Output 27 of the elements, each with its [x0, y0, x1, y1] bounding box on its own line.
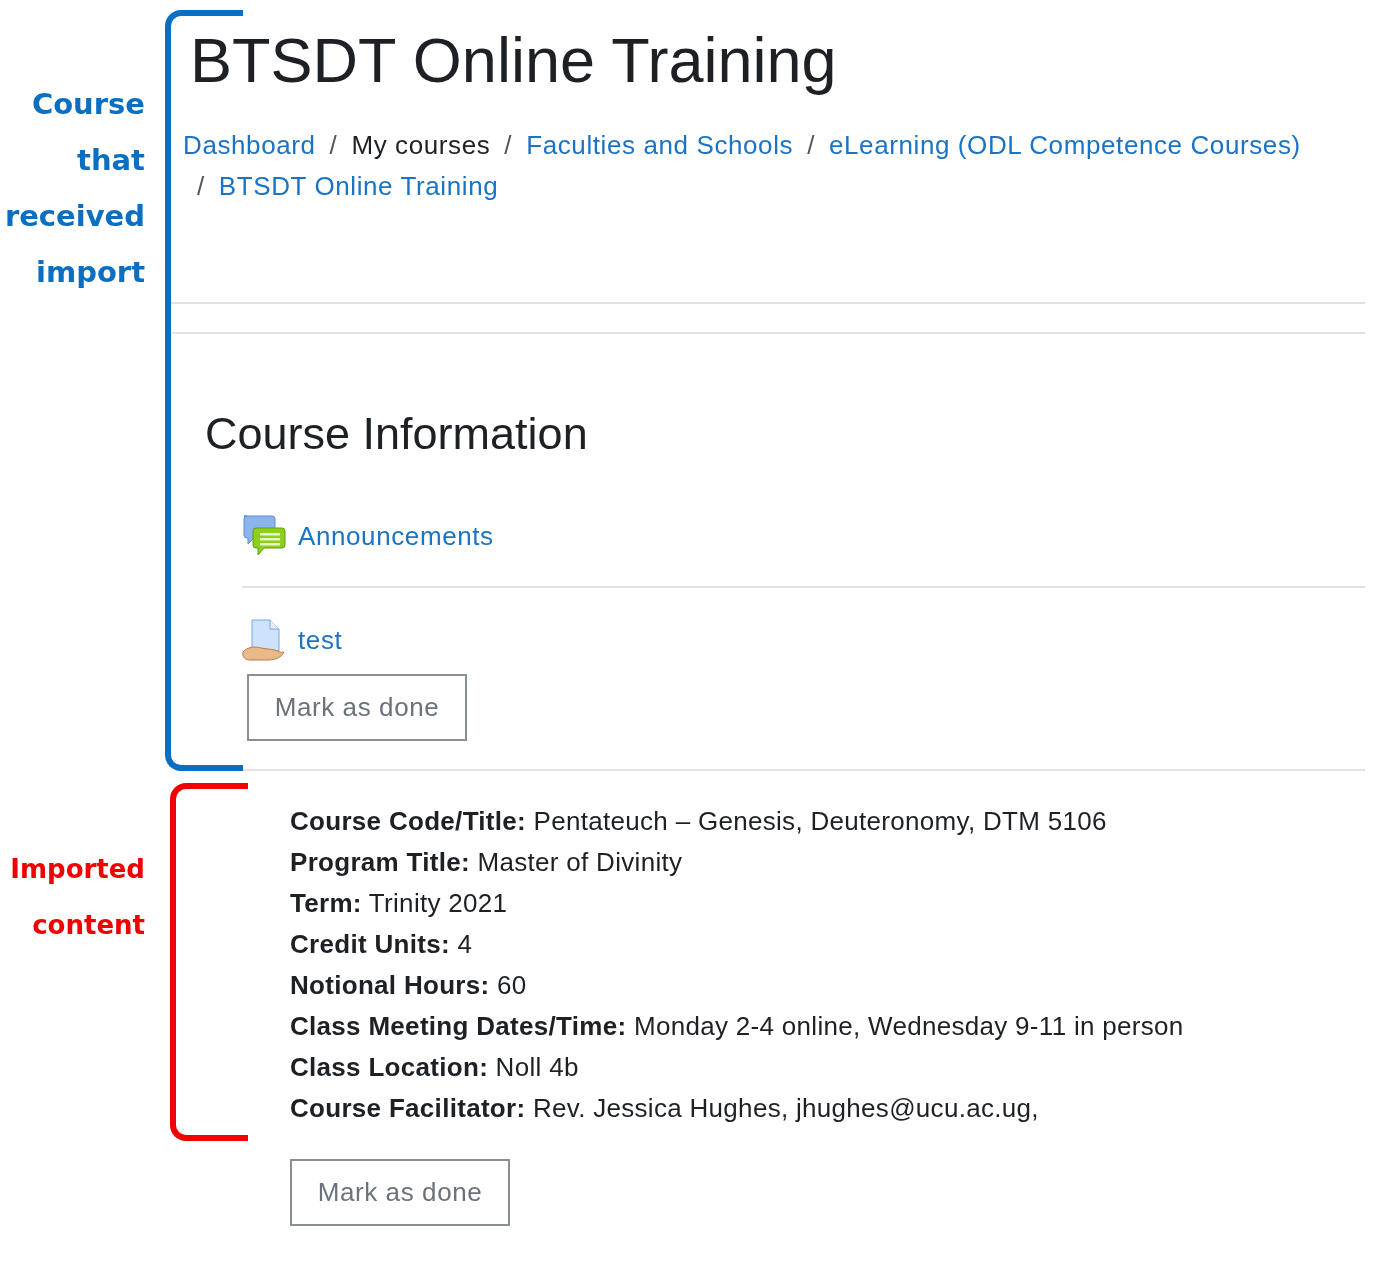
- annotation-label: Course that received import: [4, 86, 145, 291]
- mark-as-done-button[interactable]: Mark as done: [247, 674, 467, 741]
- activity-link[interactable]: test: [298, 624, 343, 656]
- breadcrumb-link[interactable]: BTSDT Online Training: [218, 166, 499, 207]
- breadcrumb-separator: /: [329, 129, 338, 162]
- course-info-line: Course Facilitator: Rev. Jessica Hughes, jhughes@ucu.ac.ug,: [290, 1092, 1040, 1125]
- section-title: Course Information: [205, 409, 589, 459]
- course-info-line: Program Title: Master of Divinity: [290, 846, 684, 879]
- breadcrumb-separator: /: [807, 129, 815, 162]
- course-info-line: Class Location: Noll 4b: [290, 1051, 580, 1084]
- course-info-line: Class Meeting Dates/Time: Monday 2-4 online, Wednesday 9-11 in person: [290, 1010, 1185, 1043]
- course-info-line: Course Code/Title: Pentateuch – Genesis, Deuteronomy, DTM 5106: [290, 805, 1108, 838]
- activity-link[interactable]: Announcements: [298, 520, 494, 552]
- annotation-label: Imported content: [10, 853, 145, 942]
- breadcrumb-separator: /: [197, 170, 205, 203]
- document-on-hand-icon: [242, 618, 286, 662]
- breadcrumb-link[interactable]: Dashboard: [183, 125, 316, 166]
- course-info-line: Notional Hours: 60: [290, 969, 528, 1002]
- breadcrumb-link[interactable]: Faculties and Schools: [526, 125, 794, 166]
- breadcrumb-link[interactable]: eLearning (ODL Competence Courses): [829, 125, 1301, 166]
- course-title: BTSDT Online Training: [190, 25, 838, 95]
- breadcrumb-separator: /: [504, 129, 513, 162]
- course-info-line: Term: Trinity 2021: [290, 887, 509, 920]
- chat-bubbles-icon: [242, 514, 286, 558]
- mark-as-done-button[interactable]: Mark as done: [290, 1159, 510, 1226]
- course-info-line: Credit Units: 4: [290, 928, 474, 961]
- breadcrumb-text: My courses: [351, 129, 491, 162]
